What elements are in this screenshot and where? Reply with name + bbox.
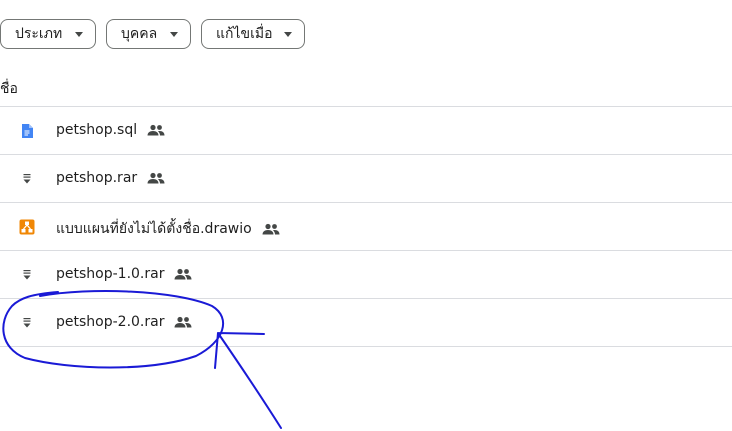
people-filter-label: บุคคล [121, 26, 158, 42]
archive-file-icon [23, 318, 31, 328]
annotation-arrow [214, 332, 282, 429]
file-name: petshop-1.0.rar [56, 266, 165, 282]
shared-people-icon [147, 124, 165, 136]
modified-filter-chip[interactable]: แก้ไขเมื่อ [201, 19, 305, 49]
archive-file-icon [23, 270, 31, 280]
type-filter-chip[interactable]: ประเภท [0, 19, 96, 49]
file-list: petshop.sql petshop.rar แบบแผนที่ยังไม่ไ… [0, 106, 732, 347]
file-row[interactable]: petshop-2.0.rar [0, 298, 732, 347]
file-name: petshop.rar [56, 170, 138, 186]
file-row[interactable]: petshop.sql [0, 106, 732, 154]
type-filter-label: ประเภท [15, 26, 63, 42]
modified-filter-label: แก้ไขเมื่อ [216, 26, 273, 42]
chevron-down-icon [284, 32, 292, 37]
archive-file-icon [23, 174, 31, 184]
google-docs-icon [22, 124, 33, 138]
shared-people-icon [174, 268, 192, 280]
shared-people-icon [262, 223, 280, 235]
chevron-down-icon [75, 32, 83, 37]
shared-people-icon [174, 316, 192, 328]
file-row[interactable]: petshop-1.0.rar [0, 250, 732, 298]
shared-people-icon [147, 172, 165, 184]
file-row[interactable]: petshop.rar [0, 154, 732, 202]
file-name: petshop.sql [56, 122, 138, 138]
file-name: petshop-2.0.rar [56, 314, 165, 330]
people-filter-chip[interactable]: บุคคล [106, 19, 191, 49]
name-column-header[interactable]: ชื่อ [0, 78, 18, 100]
chevron-down-icon [170, 32, 178, 37]
file-row[interactable]: แบบแผนที่ยังไม่ได้ตั้งชื่อ.drawio [0, 202, 732, 250]
drawio-icon [19, 219, 35, 235]
file-name: แบบแผนที่ยังไม่ได้ตั้งชื่อ.drawio [56, 221, 252, 237]
